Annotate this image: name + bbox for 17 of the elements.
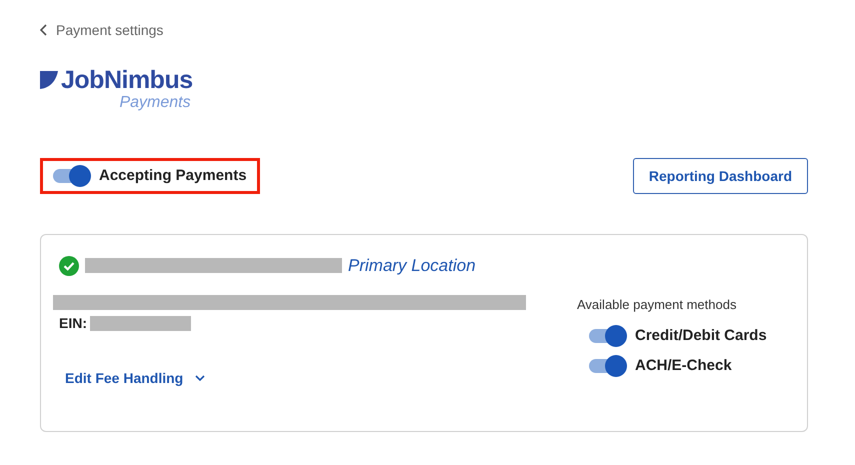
back-link[interactable]: Payment settings xyxy=(40,20,164,40)
section-label: Available payment methods xyxy=(577,296,738,314)
edit-fee-handling-link[interactable]: Edit Fee Handling xyxy=(65,368,206,388)
reporting-dashboard-button[interactable]: Reporting Dashboard xyxy=(632,158,808,194)
toggle-switch[interactable] xyxy=(53,165,91,187)
toggle-switch[interactable] xyxy=(589,324,627,347)
toggle-label: ACH/E-Check xyxy=(635,356,732,376)
logo-icon xyxy=(40,71,58,89)
location-tag: Primary Location xyxy=(348,253,476,278)
logo-text: JobNimbus xyxy=(61,66,193,94)
toggle-switch[interactable] xyxy=(589,355,627,378)
ein-label: EIN: xyxy=(59,314,87,332)
toggle-label: Accepting Payments xyxy=(99,166,247,186)
chevron-left-icon xyxy=(40,24,48,36)
toggle-label: Credit/Debit Cards xyxy=(635,326,767,346)
chevron-down-icon xyxy=(195,375,206,381)
logo-subtitle: Payments xyxy=(119,94,191,112)
